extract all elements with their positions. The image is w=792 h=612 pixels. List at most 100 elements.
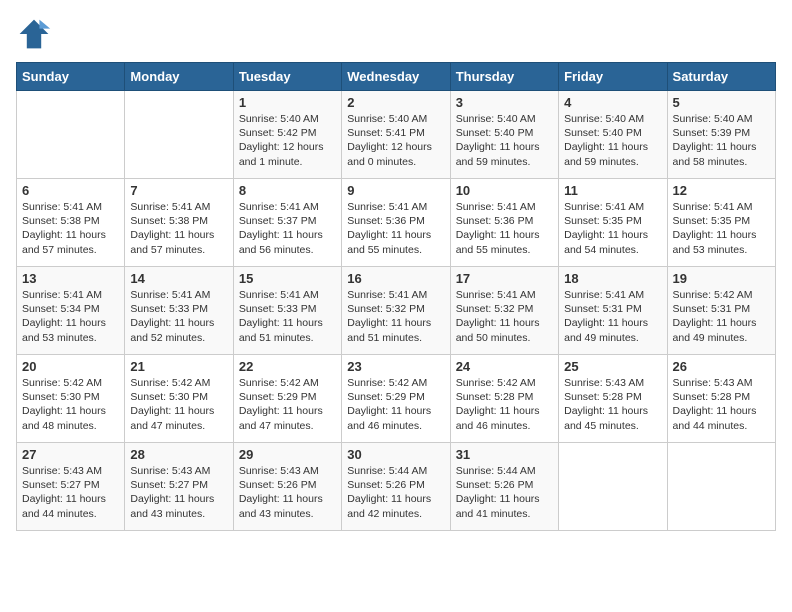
day-number: 24 xyxy=(456,359,553,374)
calendar-table: SundayMondayTuesdayWednesdayThursdayFrid… xyxy=(16,62,776,531)
weekday-tuesday: Tuesday xyxy=(233,63,341,91)
day-number: 1 xyxy=(239,95,336,110)
day-cell: 9Sunrise: 5:41 AM Sunset: 5:36 PM Daylig… xyxy=(342,179,450,267)
week-row-1: 1 Sunrise: 5:40 AM Sunset: 5:42 PM Daylig… xyxy=(17,91,776,179)
day-number: 30 xyxy=(347,447,444,462)
day-detail: Sunrise: 5:41 AM Sunset: 5:36 PM Dayligh… xyxy=(456,200,553,257)
day-detail: Sunrise: 5:41 AM Sunset: 5:33 PM Dayligh… xyxy=(130,288,227,345)
day-cell: 20 Sunrise: 5:42 AM Sunset: 5:30 PM Dayli… xyxy=(17,355,125,443)
day-cell: 5 Sunrise: 5:40 AM Sunset: 5:39 PM Daylig… xyxy=(667,91,775,179)
day-number: 19 xyxy=(673,271,770,286)
day-number: 16 xyxy=(347,271,444,286)
day-cell: 4Sunrise: 5:40 AM Sunset: 5:40 PM Daylig… xyxy=(559,91,667,179)
day-cell: 31 Sunrise: 5:44 AM Sunset: 5:26 PM Dayli… xyxy=(450,443,558,531)
day-number: 12 xyxy=(673,183,770,198)
day-cell: 8 Sunrise: 5:41 AM Sunset: 5:37 PM Daylig… xyxy=(233,179,341,267)
day-cell: 23Sunrise: 5:42 AM Sunset: 5:29 PM Dayli… xyxy=(342,355,450,443)
day-cell xyxy=(667,443,775,531)
day-detail: Sunrise: 5:43 AM Sunset: 5:28 PM Dayligh… xyxy=(564,376,661,433)
day-detail: Sunrise: 5:44 AM Sunset: 5:26 PM Dayligh… xyxy=(347,464,444,521)
week-row-5: 27 Sunrise: 5:43 AM Sunset: 5:27 PM Dayli… xyxy=(17,443,776,531)
day-cell: 13 Sunrise: 5:41 AM Sunset: 5:34 PM Dayli… xyxy=(17,267,125,355)
day-number: 18 xyxy=(564,271,661,286)
day-cell: 3Sunrise: 5:40 AM Sunset: 5:40 PM Daylig… xyxy=(450,91,558,179)
day-detail: Sunrise: 5:40 AM Sunset: 5:40 PM Dayligh… xyxy=(456,112,553,169)
day-detail: Sunrise: 5:41 AM Sunset: 5:35 PM Dayligh… xyxy=(564,200,661,257)
day-cell: 10 Sunrise: 5:41 AM Sunset: 5:36 PM Dayli… xyxy=(450,179,558,267)
day-cell: 7 Sunrise: 5:41 AM Sunset: 5:38 PM Daylig… xyxy=(125,179,233,267)
page-header xyxy=(16,16,776,52)
day-cell xyxy=(125,91,233,179)
day-detail: Sunrise: 5:40 AM Sunset: 5:41 PM Dayligh… xyxy=(347,112,444,169)
day-number: 4 xyxy=(564,95,661,110)
day-cell: 14 Sunrise: 5:41 AM Sunset: 5:33 PM Dayli… xyxy=(125,267,233,355)
day-detail: Sunrise: 5:43 AM Sunset: 5:26 PM Dayligh… xyxy=(239,464,336,521)
day-detail: Sunrise: 5:41 AM Sunset: 5:37 PM Dayligh… xyxy=(239,200,336,257)
day-number: 26 xyxy=(673,359,770,374)
day-cell: 15Sunrise: 5:41 AM Sunset: 5:33 PM Dayli… xyxy=(233,267,341,355)
day-detail: Sunrise: 5:43 AM Sunset: 5:28 PM Dayligh… xyxy=(673,376,770,433)
day-number: 27 xyxy=(22,447,119,462)
week-row-3: 13 Sunrise: 5:41 AM Sunset: 5:34 PM Dayli… xyxy=(17,267,776,355)
day-detail: Sunrise: 5:42 AM Sunset: 5:29 PM Dayligh… xyxy=(239,376,336,433)
day-detail: Sunrise: 5:41 AM Sunset: 5:34 PM Dayligh… xyxy=(22,288,119,345)
day-number: 25 xyxy=(564,359,661,374)
day-number: 8 xyxy=(239,183,336,198)
day-detail: Sunrise: 5:42 AM Sunset: 5:31 PM Dayligh… xyxy=(673,288,770,345)
day-cell: 30 Sunrise: 5:44 AM Sunset: 5:26 PM Dayli… xyxy=(342,443,450,531)
day-detail: Sunrise: 5:41 AM Sunset: 5:33 PM Dayligh… xyxy=(239,288,336,345)
day-detail: Sunrise: 5:40 AM Sunset: 5:39 PM Dayligh… xyxy=(673,112,770,169)
day-number: 2 xyxy=(347,95,444,110)
day-detail: Sunrise: 5:42 AM Sunset: 5:30 PM Dayligh… xyxy=(22,376,119,433)
weekday-thursday: Thursday xyxy=(450,63,558,91)
day-cell: 12 Sunrise: 5:41 AM Sunset: 5:35 PM Dayli… xyxy=(667,179,775,267)
day-detail: Sunrise: 5:41 AM Sunset: 5:32 PM Dayligh… xyxy=(456,288,553,345)
day-number: 13 xyxy=(22,271,119,286)
day-number: 21 xyxy=(130,359,227,374)
day-cell: 22 Sunrise: 5:42 AM Sunset: 5:29 PM Dayli… xyxy=(233,355,341,443)
day-number: 20 xyxy=(22,359,119,374)
day-cell: 16 Sunrise: 5:41 AM Sunset: 5:32 PM Dayli… xyxy=(342,267,450,355)
calendar-header: SundayMondayTuesdayWednesdayThursdayFrid… xyxy=(17,63,776,91)
weekday-friday: Friday xyxy=(559,63,667,91)
day-number: 10 xyxy=(456,183,553,198)
day-detail: Sunrise: 5:42 AM Sunset: 5:29 PM Dayligh… xyxy=(347,376,444,433)
day-detail: Sunrise: 5:42 AM Sunset: 5:30 PM Dayligh… xyxy=(130,376,227,433)
logo-icon xyxy=(16,16,52,52)
day-cell: 21 Sunrise: 5:42 AM Sunset: 5:30 PM Dayli… xyxy=(125,355,233,443)
day-cell: 27 Sunrise: 5:43 AM Sunset: 5:27 PM Dayli… xyxy=(17,443,125,531)
weekday-sunday: Sunday xyxy=(17,63,125,91)
day-detail: Sunrise: 5:43 AM Sunset: 5:27 PM Dayligh… xyxy=(22,464,119,521)
day-number: 6 xyxy=(22,183,119,198)
calendar-body: 1 Sunrise: 5:40 AM Sunset: 5:42 PM Daylig… xyxy=(17,91,776,531)
day-cell: 11 Sunrise: 5:41 AM Sunset: 5:35 PM Dayli… xyxy=(559,179,667,267)
day-detail: Sunrise: 5:41 AM Sunset: 5:31 PM Dayligh… xyxy=(564,288,661,345)
day-number: 11 xyxy=(564,183,661,198)
day-detail: Sunrise: 5:41 AM Sunset: 5:36 PM Dayligh… xyxy=(347,200,444,257)
day-number: 22 xyxy=(239,359,336,374)
day-number: 7 xyxy=(130,183,227,198)
day-detail: Sunrise: 5:41 AM Sunset: 5:32 PM Dayligh… xyxy=(347,288,444,345)
week-row-2: 6 Sunrise: 5:41 AM Sunset: 5:38 PM Daylig… xyxy=(17,179,776,267)
weekday-header-row: SundayMondayTuesdayWednesdayThursdayFrid… xyxy=(17,63,776,91)
day-detail: Sunrise: 5:40 AM Sunset: 5:42 PM Dayligh… xyxy=(239,112,336,169)
day-detail: Sunrise: 5:43 AM Sunset: 5:27 PM Dayligh… xyxy=(130,464,227,521)
weekday-wednesday: Wednesday xyxy=(342,63,450,91)
day-detail: Sunrise: 5:44 AM Sunset: 5:26 PM Dayligh… xyxy=(456,464,553,521)
day-cell: 25 Sunrise: 5:43 AM Sunset: 5:28 PM Dayli… xyxy=(559,355,667,443)
day-cell: 1 Sunrise: 5:40 AM Sunset: 5:42 PM Daylig… xyxy=(233,91,341,179)
day-detail: Sunrise: 5:41 AM Sunset: 5:35 PM Dayligh… xyxy=(673,200,770,257)
day-number: 14 xyxy=(130,271,227,286)
day-cell: 18 Sunrise: 5:41 AM Sunset: 5:31 PM Dayli… xyxy=(559,267,667,355)
day-number: 31 xyxy=(456,447,553,462)
day-number: 17 xyxy=(456,271,553,286)
day-number: 5 xyxy=(673,95,770,110)
day-number: 29 xyxy=(239,447,336,462)
day-cell: 28Sunrise: 5:43 AM Sunset: 5:27 PM Dayli… xyxy=(125,443,233,531)
day-cell xyxy=(17,91,125,179)
weekday-monday: Monday xyxy=(125,63,233,91)
day-cell: 17 Sunrise: 5:41 AM Sunset: 5:32 PM Dayli… xyxy=(450,267,558,355)
day-detail: Sunrise: 5:41 AM Sunset: 5:38 PM Dayligh… xyxy=(130,200,227,257)
day-detail: Sunrise: 5:41 AM Sunset: 5:38 PM Dayligh… xyxy=(22,200,119,257)
logo xyxy=(16,16,58,52)
